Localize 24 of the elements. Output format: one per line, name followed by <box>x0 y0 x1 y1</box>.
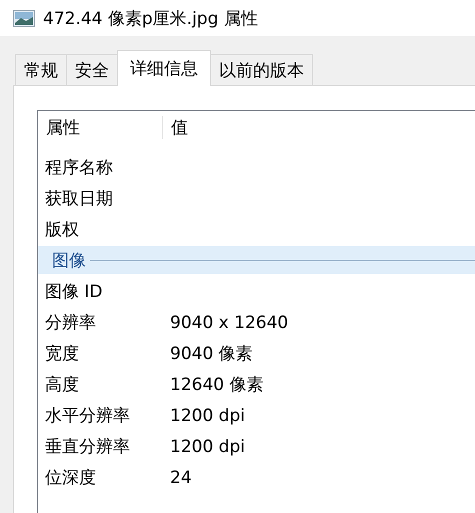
property-name: 水平分辨率 <box>44 405 131 427</box>
column-header[interactable]: 值 <box>163 116 188 139</box>
column-header[interactable]: 属性 <box>38 116 163 139</box>
tab[interactable]: 以前的版本 <box>210 54 313 85</box>
image-file-icon <box>13 10 35 26</box>
property-name: 高度 <box>44 374 80 396</box>
property-value: 9040 x 12640 <box>170 312 288 332</box>
property-name: 位深度 <box>44 467 97 489</box>
property-value: 12640 像素 <box>170 374 264 396</box>
group-header[interactable]: 图像 <box>38 246 475 274</box>
window-title: 472.44 像素p厘米.jpg 属性 <box>43 8 258 30</box>
property-name: 程序名称 <box>44 157 114 179</box>
tab[interactable]: 详细信息 <box>117 50 211 86</box>
property-name: 宽度 <box>44 343 80 365</box>
property-value: 1200 dpi <box>170 436 245 456</box>
property-value: 9040 像素 <box>170 343 253 365</box>
property-name: 版权 <box>44 219 80 241</box>
property-value: 24 <box>170 468 192 488</box>
property-name: 获取日期 <box>44 188 114 210</box>
tab[interactable]: 常规 <box>15 54 67 85</box>
property-name: 垂直分辨率 <box>44 436 131 458</box>
property-name: 图像 ID <box>44 281 104 303</box>
property-name: 分辨率 <box>44 312 97 334</box>
property-value: 1200 dpi <box>170 406 245 426</box>
